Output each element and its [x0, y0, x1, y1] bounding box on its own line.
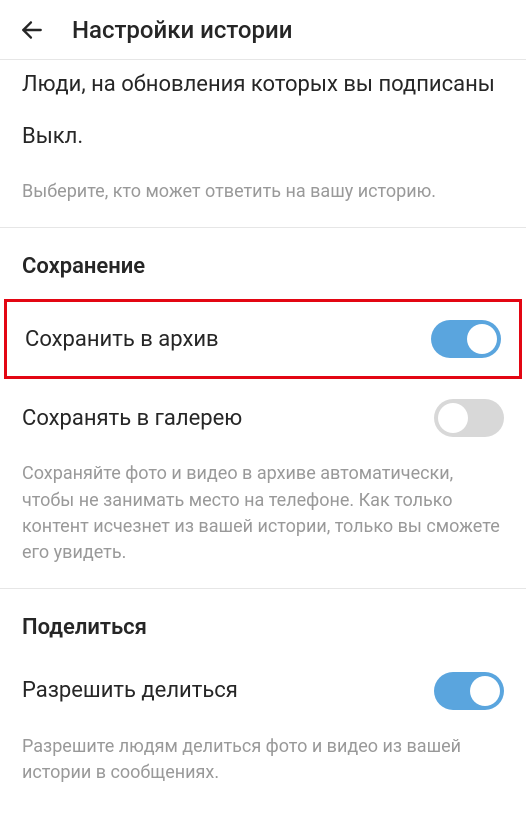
highlight-annotation: Сохранить в архив: [4, 299, 522, 379]
reply-helper-text: Выберите, кто может ответить на вашу ист…: [0, 169, 526, 227]
save-archive-toggle[interactable]: [431, 320, 501, 358]
save-section-title: Сохранение: [0, 228, 526, 297]
save-gallery-toggle[interactable]: [434, 399, 504, 437]
content-area: Люди, на обновления которых вы подписаны…: [0, 60, 526, 808]
save-gallery-label: Сохранять в галерею: [22, 406, 242, 431]
allow-share-row[interactable]: Разрешить делиться: [0, 658, 526, 724]
save-gallery-row[interactable]: Сохранять в галерею: [0, 385, 526, 451]
share-section-title: Поделиться: [0, 589, 526, 658]
toggle-knob: [467, 324, 497, 354]
arrow-left-icon: [19, 17, 45, 43]
page-title: Настройки истории: [72, 16, 292, 44]
header-bar: Настройки истории: [0, 0, 526, 60]
allow-share-label: Разрешить делиться: [22, 678, 238, 703]
reply-option-off[interactable]: Выкл.: [0, 108, 526, 170]
toggle-knob: [438, 403, 468, 433]
save-helper-text: Сохраняйте фото и видео в архиве автомат…: [0, 451, 526, 587]
allow-share-toggle[interactable]: [434, 672, 504, 710]
reply-option-subscribed[interactable]: Люди, на обновления которых вы подписаны: [0, 60, 526, 108]
share-helper-text: Разрешите людям делиться фото и видео из…: [0, 724, 526, 808]
toggle-knob: [470, 676, 500, 706]
back-button[interactable]: [16, 14, 48, 46]
save-archive-label: Сохранить в архив: [25, 327, 219, 352]
save-archive-row[interactable]: Сохранить в архив: [7, 302, 519, 376]
